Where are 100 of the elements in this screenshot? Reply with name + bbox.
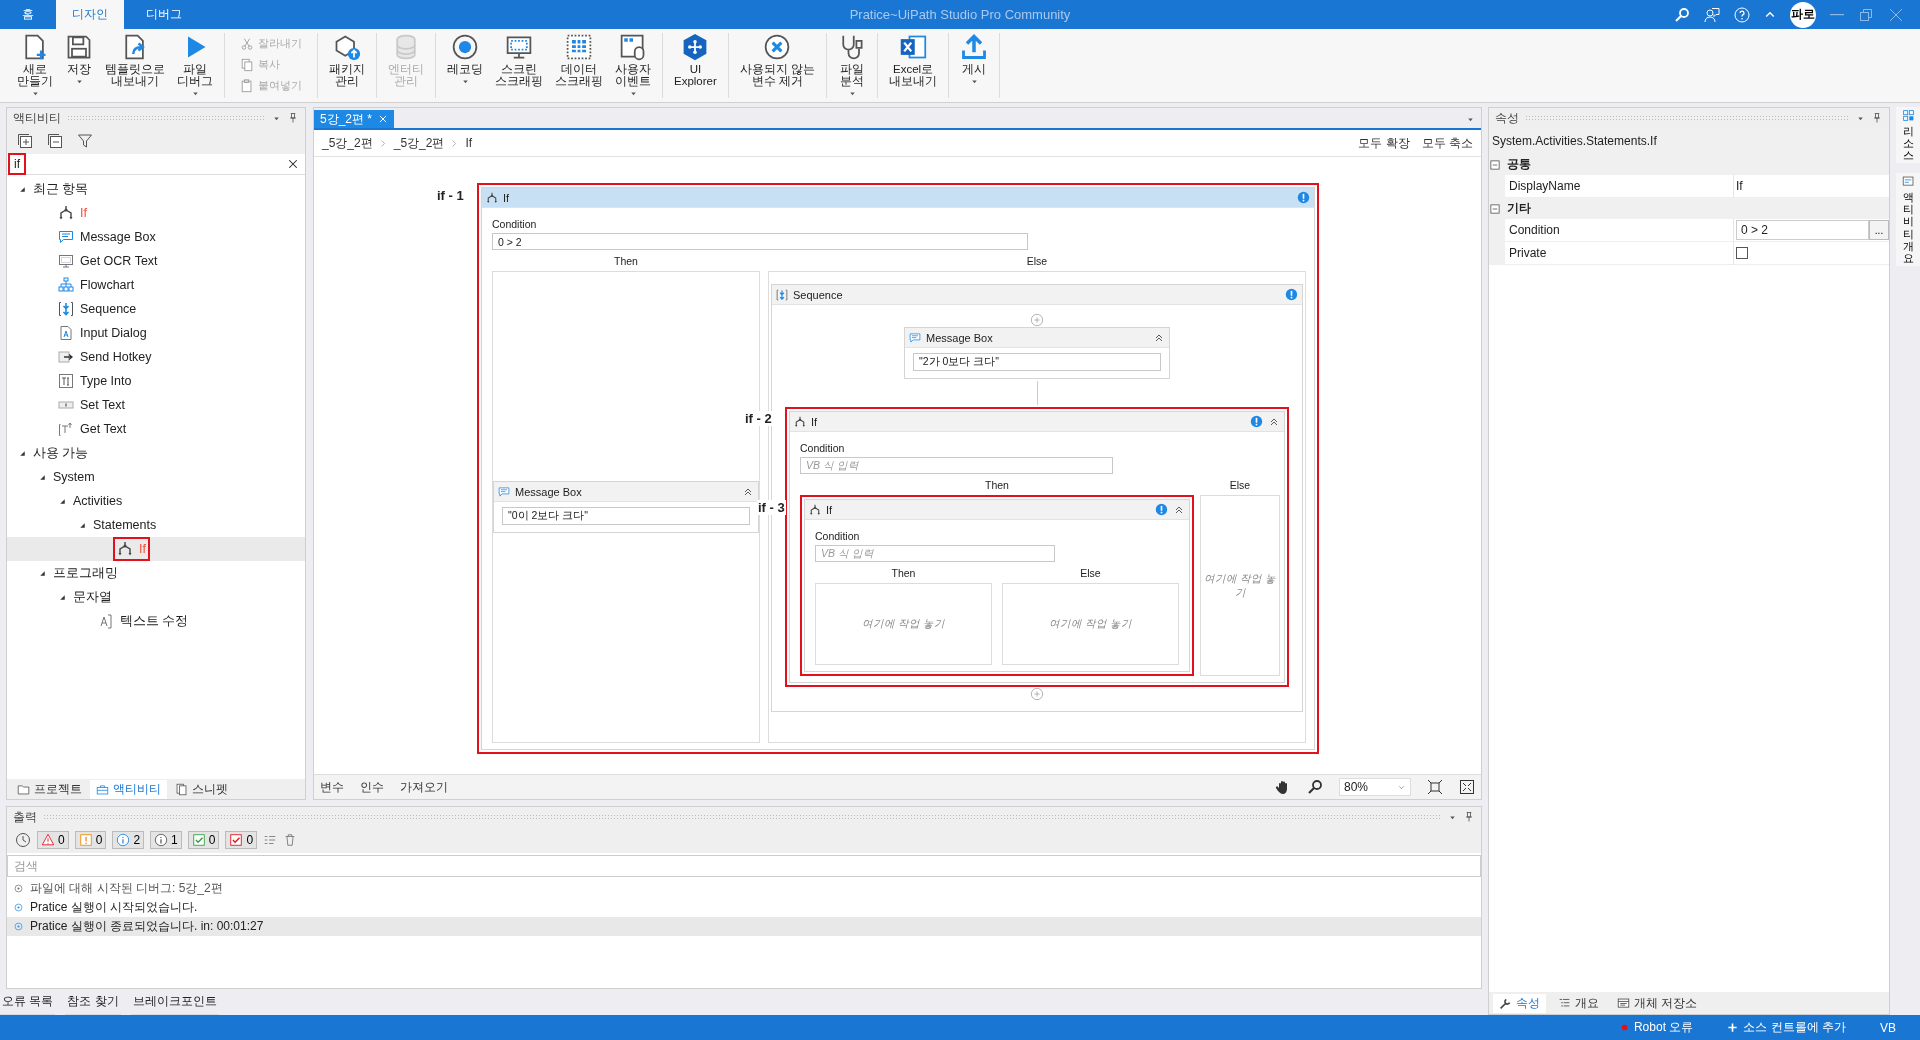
ribbon-button[interactable]: Excel로 내보내기 bbox=[883, 33, 944, 87]
ribbon-button[interactable]: UI Explorer bbox=[668, 33, 723, 87]
breadcrumb-item[interactable]: _5강_2편 bbox=[393, 134, 445, 152]
ribbon-button[interactable]: 저장 bbox=[59, 33, 99, 86]
tree-category[interactable]: System bbox=[53, 470, 95, 484]
activity-header[interactable]: If bbox=[790, 412, 1284, 432]
status-item[interactable]: VB bbox=[1874, 1019, 1902, 1036]
tree-item[interactable]: Send Hotkey bbox=[53, 346, 157, 368]
panel-tab[interactable]: 액티비티 bbox=[90, 779, 167, 799]
tree-category[interactable]: 사용 가능 bbox=[33, 444, 89, 462]
document-tab[interactable]: 5강_2편 * bbox=[314, 110, 395, 128]
message-box-activity[interactable]: Message Box "2가 0보다 크다" bbox=[904, 327, 1170, 379]
drop-zone[interactable]: 여기에 작업 놓기 bbox=[815, 583, 992, 665]
filter-button[interactable]: 0 bbox=[225, 831, 258, 849]
zoom-select[interactable]: 80% bbox=[1339, 778, 1411, 796]
ribbon-button[interactable]: 패키지 관리 bbox=[323, 33, 371, 87]
text-field[interactable]: "2가 0보다 크다" bbox=[913, 353, 1161, 371]
condition-label: Condition bbox=[800, 442, 846, 454]
designer-tab[interactable]: 가져오기 bbox=[400, 778, 448, 796]
property-category[interactable]: 공통 bbox=[1507, 156, 1531, 173]
ribbon-button[interactable]: 사용자 이벤트 bbox=[609, 33, 657, 98]
side-tab[interactable]: 액티비티 개요 bbox=[1896, 173, 1920, 266]
ribbon-button[interactable]: 템플릿으로 내보내기 bbox=[99, 33, 171, 87]
tree-category[interactable]: Activities bbox=[73, 494, 123, 508]
ribbon-button[interactable]: 스크린 스크래핑 bbox=[489, 33, 549, 87]
designer-action[interactable]: 모두 축소 bbox=[1421, 134, 1473, 152]
property-field[interactable]: 0 > 2 bbox=[1736, 220, 1869, 240]
property-name: Private bbox=[1505, 242, 1734, 265]
trace-dot-icon bbox=[13, 883, 24, 894]
ribbon-tab[interactable]: 디자인 bbox=[56, 0, 124, 29]
designer-action[interactable]: 모두 확장 bbox=[1358, 134, 1410, 152]
caret-icon bbox=[969, 77, 979, 86]
tree-item[interactable]: Message Box bbox=[53, 226, 161, 248]
ribbon-button[interactable]: 파일 분석 bbox=[832, 33, 873, 98]
panel-tab[interactable]: 개체 저장소 bbox=[1611, 993, 1704, 1013]
tree-item[interactable]: Flowchart bbox=[53, 274, 140, 296]
full-screen-icon bbox=[1459, 779, 1475, 795]
side-tab[interactable]: 리소스 bbox=[1896, 107, 1920, 164]
if-activity[interactable]: If Condition VB 식 입력 Then Else 여기에 작업 놓기 여기에 작업 놓기 bbox=[804, 499, 1190, 672]
drop-zone[interactable]: 여기에 작업 놓기 bbox=[1200, 495, 1280, 676]
tree-item[interactable]: Input Dialog bbox=[53, 322, 152, 344]
panel-title: 액티비티 bbox=[13, 109, 61, 127]
tree-item[interactable]: If bbox=[53, 202, 92, 224]
tree-category[interactable]: Statements bbox=[93, 518, 157, 532]
tree-item[interactable]: Get OCR Text bbox=[53, 250, 163, 272]
ribbon-button[interactable]: 사용되지 않는 변수 제거 bbox=[733, 33, 822, 87]
filter-button[interactable]: 2 bbox=[112, 831, 145, 849]
panel-tab[interactable]: 개요 bbox=[1552, 993, 1605, 1013]
tree-category[interactable]: 프로그래밍 bbox=[53, 564, 118, 582]
ribbon-tab[interactable]: 홈 bbox=[6, 0, 50, 29]
activity-header[interactable]: Sequence bbox=[772, 285, 1302, 305]
monitor-icon bbox=[58, 253, 74, 269]
property-category[interactable]: 기타 bbox=[1507, 200, 1531, 217]
filter-button[interactable]: 0 bbox=[74, 831, 107, 849]
list-icon bbox=[263, 833, 278, 847]
tree-item[interactable]: Set Text bbox=[53, 394, 130, 416]
panel-tab[interactable]: 속성 bbox=[1493, 993, 1546, 1013]
breadcrumb-item[interactable]: _5강_2편 bbox=[322, 134, 373, 152]
search-field[interactable]: if bbox=[8, 153, 26, 175]
tree-item[interactable]: Type Into bbox=[53, 370, 137, 392]
else-label: Else bbox=[1025, 254, 1049, 269]
activity-header[interactable]: If bbox=[805, 500, 1189, 520]
condition-label: Condition bbox=[492, 218, 538, 230]
property-value[interactable]: If bbox=[1736, 179, 1743, 193]
panel-tab[interactable]: 스니펫 bbox=[169, 779, 234, 799]
ellipsis-button[interactable]: ... bbox=[1869, 220, 1889, 240]
condition-label: Condition bbox=[815, 530, 861, 542]
ribbon-button[interactable]: 새로 만들기 bbox=[11, 33, 59, 98]
error-icon bbox=[41, 833, 55, 847]
designer-tab[interactable]: 인수 bbox=[360, 778, 384, 796]
tree-item[interactable]: 텍스트 수정 bbox=[93, 609, 194, 633]
panel-tab[interactable]: 프로젝트 bbox=[11, 779, 88, 799]
tree-item[interactable]: Get Text bbox=[53, 418, 132, 440]
designer-tab[interactable]: 변수 bbox=[320, 778, 344, 796]
activity-header[interactable]: Message Box bbox=[905, 328, 1169, 348]
if-activity[interactable]: If Condition VB 식 입력 Then Else If Condition VB 식 입력 Then Else 여기에 작업 놓기 여기에 작업 놓기 여기에 작업 놓기 bbox=[789, 411, 1285, 683]
text-field[interactable]: "0이 2보다 크다" bbox=[502, 507, 750, 525]
ribbon-button[interactable]: 데이터 스크래핑 bbox=[549, 33, 609, 87]
ribbon-button[interactable]: 레코딩 bbox=[441, 33, 489, 86]
breadcrumb-item[interactable]: If bbox=[465, 136, 473, 150]
condition-field[interactable]: 0 > 2 bbox=[492, 233, 1028, 250]
status-item[interactable]: 소스 컨트롤에 추가 bbox=[1721, 1018, 1852, 1037]
tree-category[interactable]: 최근 항목 bbox=[33, 180, 89, 198]
activity-header[interactable]: Message Box bbox=[494, 482, 758, 502]
filter-button[interactable]: 0 bbox=[37, 831, 69, 849]
filter-button[interactable]: 0 bbox=[187, 831, 220, 849]
tree-item[interactable]: Sequence bbox=[53, 298, 142, 320]
tree-category[interactable]: 문자열 bbox=[73, 588, 112, 606]
else-label: Else bbox=[1228, 478, 1252, 493]
filter-button[interactable]: 1 bbox=[150, 831, 182, 849]
drop-zone[interactable]: 여기에 작업 놓기 bbox=[1002, 583, 1179, 665]
ribbon-button[interactable]: 게시 bbox=[954, 33, 995, 86]
ribbon-tab[interactable]: 디버그 bbox=[130, 0, 198, 29]
message-box-activity[interactable]: Message Box "0이 2보다 크다" bbox=[493, 481, 759, 533]
checkbox[interactable] bbox=[1736, 247, 1748, 259]
feedback-icon bbox=[1704, 6, 1720, 23]
status-item[interactable]: Robot 오류 bbox=[1613, 1018, 1700, 1037]
user-avatar[interactable]: 파로 bbox=[1790, 1, 1816, 28]
ribbon-button[interactable]: 파일 디버그 bbox=[171, 33, 219, 98]
activity-header[interactable]: If bbox=[482, 188, 1314, 208]
